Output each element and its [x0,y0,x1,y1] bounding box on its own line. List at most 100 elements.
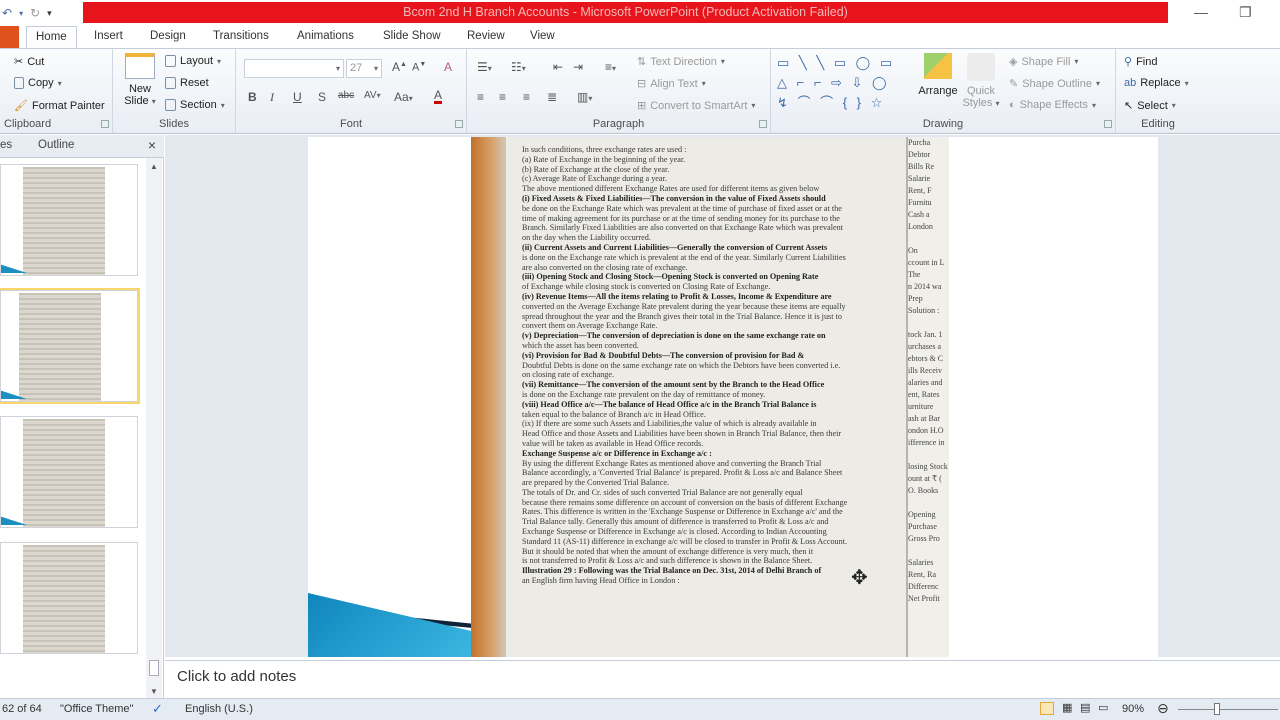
increase-indent-icon[interactable]: ⇥ [573,60,583,74]
shape-fill-button[interactable]: ◈ Shape Fill ▾ [1009,55,1078,69]
tab-animations[interactable]: Animations [297,30,354,42]
columns-icon[interactable]: ▥▾ [577,90,592,104]
section-button[interactable]: Section ▾ [165,99,225,111]
dialog-launcher-icon[interactable] [455,120,463,128]
scroll-up-icon[interactable]: ▲ [146,158,162,171]
find-button[interactable]: ⚲ Find [1124,55,1157,69]
brush-icon: 🖌 [14,100,28,112]
bold-icon[interactable]: B [248,90,257,104]
customize-icon[interactable]: ▾ [45,8,54,19]
align-center-icon[interactable]: ≡ [499,90,506,104]
scrollbar[interactable]: ▲ ▼ [146,158,162,698]
strikethrough-icon[interactable]: abc [338,90,354,101]
tab-review[interactable]: Review [467,30,505,42]
photo-text-line: Rent, Ra [908,570,936,579]
language[interactable]: English (U.S.) [185,703,253,715]
slide-counter: 62 of 64 [2,703,42,715]
scroll-thumb[interactable] [149,660,159,676]
photo-text-line: of Exchange while closing stock is conve… [522,282,771,292]
tab-outline[interactable]: Outline [38,139,74,151]
align-text-button[interactable]: ⊟ Align Text ▾ [637,77,706,91]
tab-transitions[interactable]: Transitions [213,30,269,42]
text-direction-button[interactable]: ⇅ Text Direction ▾ [637,55,725,69]
slide-thumbnail[interactable] [0,288,140,404]
slide-thumbnail[interactable] [0,542,138,654]
normal-view-icon[interactable] [1040,702,1054,715]
move-cursor-icon: ✥ [851,567,868,589]
font-name-box[interactable]: ▾ [244,59,344,78]
minimize-icon[interactable]: — [1194,4,1208,20]
character-spacing-icon[interactable]: AV▾ [364,90,381,101]
slide-thumbnail[interactable] [0,416,138,528]
shapes-gallery[interactable]: ▭ ╲ ╲ ▭ ◯ ▭ △ ⌐ ⌐ ⇨ ⇩ ◯ ↯ ⌒ ⌒ { } ☆ [777,53,911,113]
photo-text-line: are prepared by the Converted Trial Bala… [522,478,670,488]
grow-font-icon[interactable]: A▲ [392,60,407,74]
bullets-icon[interactable]: ☰▾ [477,60,492,74]
dialog-launcher-icon[interactable] [101,120,109,128]
dialog-launcher-icon[interactable] [759,120,767,128]
tab-view[interactable]: View [530,30,555,42]
align-right-icon[interactable]: ≡ [523,90,530,104]
textbook-photo[interactable]: In such conditions, three exchange rates… [471,137,949,657]
text-direction-icon: ⇅ [637,56,647,68]
tab-design[interactable]: Design [150,30,186,42]
align-left-icon[interactable]: ≡ [477,90,484,104]
photo-text-line: Gross Pro [908,534,940,543]
italic-icon[interactable]: I [270,90,274,105]
shadow-icon[interactable]: S [318,90,326,104]
layout-button[interactable]: Layout ▾ [165,55,221,67]
notes-pane[interactable]: Click to add notes [165,660,1280,696]
shape-outline-button[interactable]: ✎ Shape Outline ▾ [1009,77,1100,91]
tab-slides[interactable]: es [0,139,12,151]
tab-insert[interactable]: Insert [94,30,123,42]
dropdown-icon[interactable]: ▾ [17,9,25,18]
format-painter-button[interactable]: 🖌 Format Painter [14,99,105,113]
copy-button[interactable]: Copy ▾ [14,77,62,89]
cut-button[interactable]: ✂ Cut [14,55,44,69]
scroll-down-icon[interactable]: ▼ [146,687,162,696]
spellcheck-icon[interactable]: ✓ [152,701,163,717]
convert-smartart-button[interactable]: ⊞ Convert to SmartArt ▾ [637,99,755,113]
notes-placeholder: Click to add notes [177,668,297,685]
restore-icon[interactable]: ❐ [1239,4,1252,21]
font-color-icon[interactable]: A [434,89,443,104]
dialog-launcher-icon[interactable] [1104,120,1112,128]
arrange-button[interactable]: Arrange [918,53,958,97]
clear-formatting-icon[interactable]: A [444,60,452,74]
close-icon[interactable]: × [148,137,156,153]
zoom-level[interactable]: 90% [1122,703,1144,715]
quick-styles-button[interactable]: Quick Styles ▾ [961,53,1001,109]
shrink-font-icon[interactable]: A▼ [412,61,426,74]
photo-text-line: Rates. This difference is written in the… [522,507,843,517]
change-case-icon[interactable]: Aa▾ [394,90,413,104]
file-tab[interactable] [0,26,19,48]
line-spacing-icon[interactable]: ≡▾ [605,60,616,74]
zoom-slider[interactable] [1178,709,1278,710]
theme-name[interactable]: "Office Theme" [60,703,133,715]
undo-icon[interactable]: ↶ [0,6,14,20]
new-slide-button[interactable]: New Slide ▾ [121,53,159,107]
photo-text-line: Rent, F [908,186,932,195]
reading-view-icon[interactable]: ▤ [1080,701,1090,714]
zoom-slider-thumb[interactable] [1214,703,1220,715]
underline-icon[interactable]: U [293,90,302,104]
slide-thumbnail[interactable] [0,164,138,276]
reset-button[interactable]: Reset [165,77,209,89]
zoom-out-icon[interactable]: ⊖ [1157,700,1169,717]
redo-icon[interactable]: ↻ [28,6,42,20]
photo-text-line: converted on the Average Exchange Rate p… [522,301,846,311]
tab-slide-show[interactable]: Slide Show [383,30,441,42]
shape-effects-button[interactable]: ◐ Shape Effects ▾ [1009,99,1096,111]
decrease-indent-icon[interactable]: ⇤ [553,60,563,74]
slide-canvas[interactable]: In such conditions, three exchange rates… [308,137,1158,657]
textbook-page: In such conditions, three exchange rates… [506,137,906,657]
pane-tabs: es Outline × [0,135,164,158]
justify-icon[interactable]: ≣ [547,90,557,104]
tab-home[interactable]: Home [26,26,77,49]
slideshow-icon[interactable]: ▭ [1098,701,1108,714]
slide-sorter-icon[interactable]: ▦ [1062,701,1072,714]
replace-button[interactable]: ab Replace ▾ [1124,77,1189,89]
select-button[interactable]: ↖ Select ▾ [1124,99,1176,113]
font-size-box[interactable]: 27 ▾ [346,59,382,78]
numbering-icon[interactable]: ☷▾ [511,60,526,74]
